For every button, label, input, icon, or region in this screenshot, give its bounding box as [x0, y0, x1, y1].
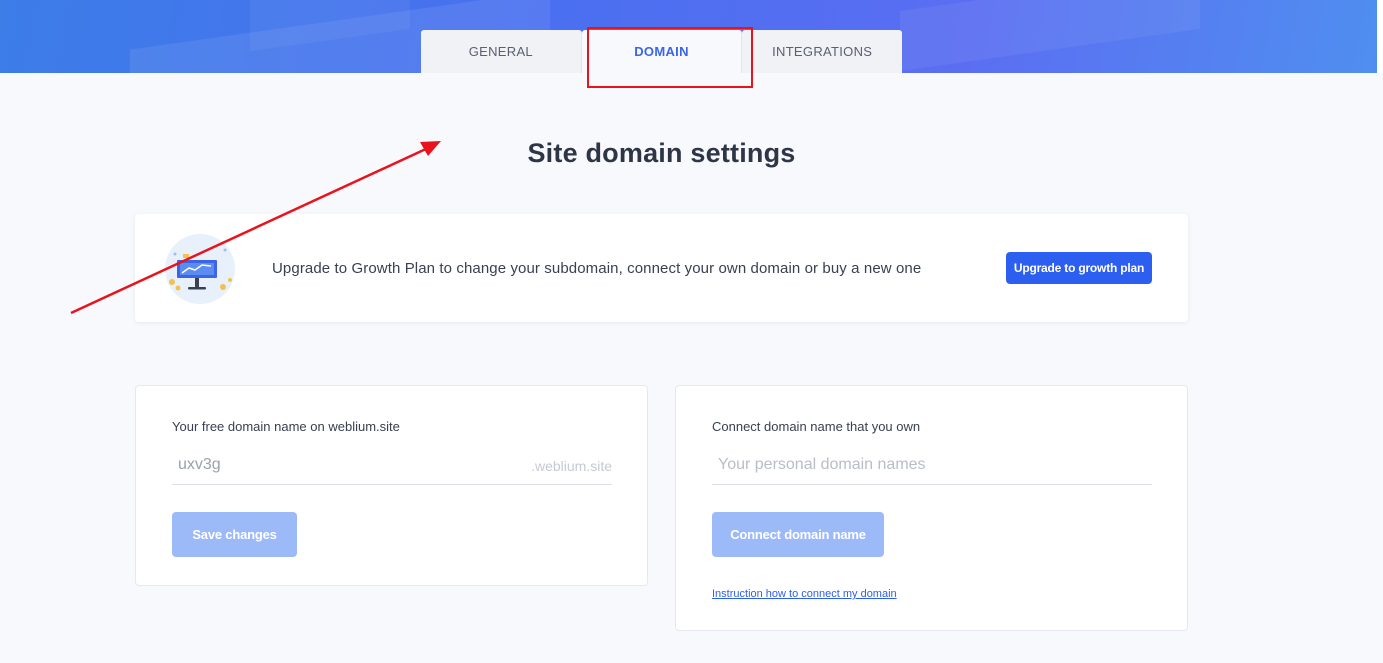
growth-plan-illustration-icon: [165, 234, 235, 304]
upgrade-to-growth-plan-button[interactable]: Upgrade to growth plan: [1006, 252, 1152, 284]
subdomain-input[interactable]: [172, 452, 502, 478]
free-domain-input-row: .weblium.site: [172, 448, 612, 485]
tab-integrations[interactable]: INTEGRATIONS: [742, 30, 903, 73]
connect-domain-button[interactable]: Connect domain name: [712, 512, 884, 557]
free-domain-card: Your free domain name on weblium.site .w…: [135, 385, 648, 586]
own-domain-input-row: [712, 448, 1152, 485]
personal-domain-input[interactable]: [712, 452, 1042, 478]
instruction-link[interactable]: Instruction how to connect my domain: [712, 588, 897, 600]
upgrade-message: Upgrade to Growth Plan to change your su…: [272, 260, 922, 277]
domain-suffix: .weblium.site: [531, 458, 612, 474]
save-changes-button[interactable]: Save changes: [172, 512, 297, 557]
tab-general[interactable]: GENERAL: [421, 30, 582, 73]
upgrade-card: Upgrade to Growth Plan to change your su…: [135, 214, 1188, 322]
own-domain-label: Connect domain name that you own: [712, 419, 921, 434]
banner-edge: [1377, 0, 1383, 73]
free-domain-label: Your free domain name on weblium.site: [172, 419, 400, 434]
page-title: Site domain settings: [527, 138, 796, 168]
own-domain-card: Connect domain name that you own Connect…: [675, 385, 1188, 631]
settings-tabs: GENERAL DOMAIN INTEGRATIONS: [421, 30, 903, 73]
banner-decoration: [900, 0, 1200, 72]
tab-domain[interactable]: DOMAIN: [581, 30, 743, 73]
